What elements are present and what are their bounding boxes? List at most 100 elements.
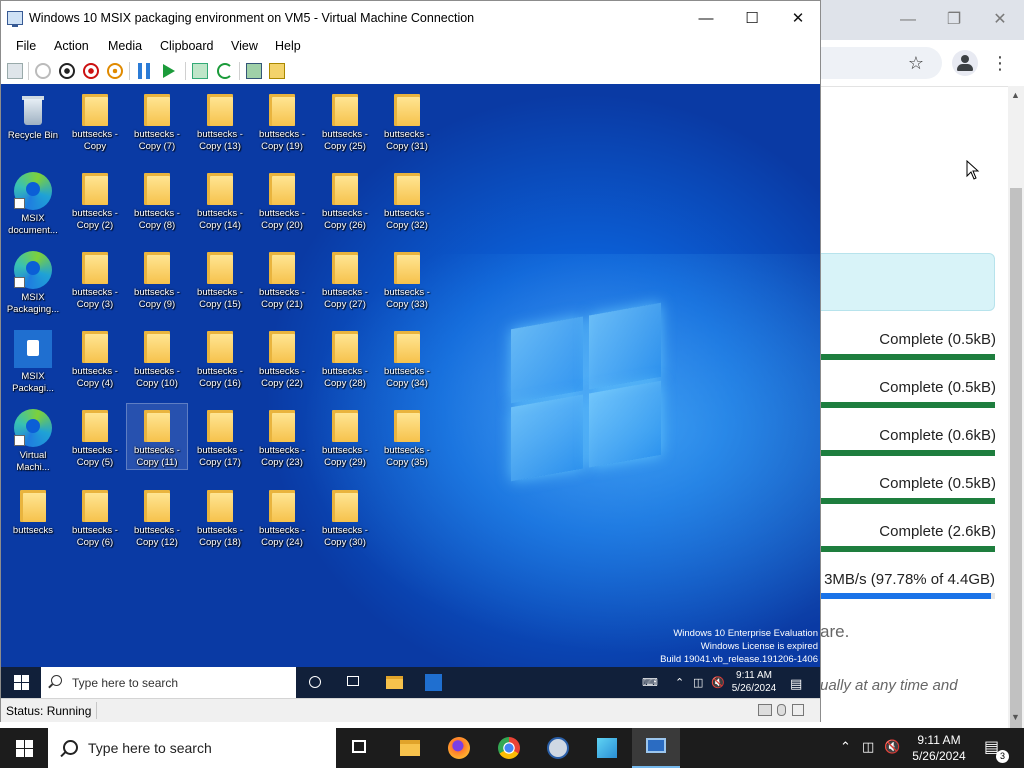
- shut-down-icon[interactable]: [83, 63, 99, 79]
- desktop-folder-icon[interactable]: buttsecks - Copy (13): [190, 88, 250, 153]
- network-icon[interactable]: ◫: [693, 676, 703, 689]
- desktop-folder-icon[interactable]: buttsecks - Copy (28): [315, 325, 375, 390]
- revert-icon[interactable]: [217, 63, 233, 79]
- desktop-folder-icon[interactable]: buttsecks - Copy (12): [127, 484, 187, 549]
- desktop-folder-icon[interactable]: buttsecks - Copy (7): [127, 88, 187, 153]
- desktop-folder-icon[interactable]: buttsecks - Copy (18): [190, 484, 250, 549]
- browser-menu-icon[interactable]: ⋮: [990, 51, 1010, 75]
- desktop-folder-icon[interactable]: buttsecks - Copy (30): [315, 484, 375, 549]
- menu-clipboard[interactable]: Clipboard: [160, 39, 214, 53]
- desktop-icon-msix-document[interactable]: MSIX document...: [3, 167, 63, 237]
- enhanced-session-icon[interactable]: [246, 63, 262, 79]
- menu-view[interactable]: View: [231, 39, 258, 53]
- desktop-folder-icon[interactable]: buttsecks - Copy (6): [65, 484, 125, 549]
- share-icon[interactable]: [269, 63, 285, 79]
- guest-clock[interactable]: 9:11 AM 5/26/2024: [731, 669, 777, 695]
- host-app-button[interactable]: [534, 728, 582, 768]
- network-icon[interactable]: ◫: [862, 739, 874, 755]
- profile-avatar-icon[interactable]: [952, 50, 978, 76]
- scroll-down-icon[interactable]: ▼: [1011, 712, 1020, 722]
- desktop-folder-icon[interactable]: buttsecks - Copy (23): [252, 404, 312, 469]
- desktop-folder-icon[interactable]: buttsecks - Copy (34): [377, 325, 437, 390]
- vm-minimize-button[interactable]: —: [683, 5, 729, 33]
- desktop-folder-icon[interactable]: buttsecks - Copy (21): [252, 246, 312, 311]
- host-firefox-button[interactable]: [435, 728, 483, 768]
- desktop-folder-icon[interactable]: buttsecks - Copy (31): [377, 88, 437, 153]
- host-store-button[interactable]: [583, 728, 631, 768]
- vm-maximize-button[interactable]: ☐: [729, 5, 775, 33]
- desktop-icon-virtual-machine[interactable]: Virtual Machi...: [3, 404, 63, 474]
- start-icon[interactable]: [35, 63, 51, 79]
- guest-cortana-button[interactable]: [297, 667, 333, 698]
- host-close-button[interactable]: ✕: [980, 6, 1020, 34]
- desktop-folder-icon[interactable]: buttsecks - Copy (2): [65, 167, 125, 232]
- guest-start-button[interactable]: [1, 667, 41, 698]
- desktop-folder-icon[interactable]: buttsecks - Copy (25): [315, 88, 375, 153]
- desktop-folder-icon[interactable]: buttsecks - Copy (20): [252, 167, 312, 232]
- desktop-folder-icon[interactable]: buttsecks - Copy (11): [126, 403, 188, 470]
- desktop-folder-icon[interactable]: buttsecks - Copy (16): [190, 325, 250, 390]
- scroll-up-icon[interactable]: ▲: [1011, 90, 1020, 100]
- guest-msix-tool-button[interactable]: [416, 667, 452, 698]
- host-file-explorer-button[interactable]: [386, 728, 434, 768]
- desktop-folder-icon[interactable]: buttsecks - Copy (27): [315, 246, 375, 311]
- host-task-view-button[interactable]: [336, 728, 384, 768]
- turn-off-icon[interactable]: [59, 63, 75, 79]
- menu-help[interactable]: Help: [275, 39, 301, 53]
- desktop-icon-buttsecks[interactable]: buttsecks: [3, 484, 63, 537]
- mouse-status-icon: [777, 704, 786, 716]
- pause-icon[interactable]: [138, 63, 150, 79]
- desktop-folder-icon[interactable]: buttsecks - Copy (14): [190, 167, 250, 232]
- desktop-folder-icon[interactable]: buttsecks - Copy (35): [377, 404, 437, 469]
- volume-muted-icon[interactable]: 🔇: [884, 739, 900, 755]
- keyboard-icon[interactable]: ⌨: [642, 676, 658, 689]
- guest-desktop[interactable]: Recycle Bin MSIX document... MSIX Packag…: [1, 84, 820, 698]
- desktop-folder-icon[interactable]: buttsecks - Copy (10): [127, 325, 187, 390]
- checkpoint-icon[interactable]: [192, 63, 208, 79]
- menu-file[interactable]: File: [16, 39, 36, 53]
- desktop-folder-icon[interactable]: buttsecks - Copy (15): [190, 246, 250, 311]
- desktop-folder-icon[interactable]: buttsecks - Copy (33): [377, 246, 437, 311]
- folder-icon: [332, 490, 358, 522]
- show-hidden-icons-icon[interactable]: ⌃: [675, 676, 684, 689]
- host-search-box[interactable]: Type here to search: [48, 728, 336, 768]
- host-vm-connection-button[interactable]: [632, 728, 680, 768]
- desktop-folder-icon[interactable]: buttsecks - Copy (5): [65, 404, 125, 469]
- desktop-folder-icon[interactable]: buttsecks - Copy (9): [127, 246, 187, 311]
- ctrl-alt-del-icon[interactable]: [7, 63, 23, 79]
- host-start-button[interactable]: [0, 728, 48, 768]
- bookmark-star-icon[interactable]: ☆: [904, 51, 928, 75]
- vm-close-button[interactable]: ✕: [775, 5, 821, 33]
- host-minimize-button[interactable]: —: [888, 6, 928, 34]
- desktop-folder-icon[interactable]: buttsecks - Copy (26): [315, 167, 375, 232]
- host-maximize-button[interactable]: ❐: [934, 6, 974, 34]
- desktop-folder-icon[interactable]: buttsecks - Copy (4): [65, 325, 125, 390]
- show-hidden-icons-icon[interactable]: ⌃: [840, 739, 851, 755]
- guest-task-view-button[interactable]: [336, 667, 372, 698]
- desktop-folder-icon[interactable]: buttsecks - Copy (19): [252, 88, 312, 153]
- host-scrollbar[interactable]: ▲ ▼: [1008, 86, 1024, 748]
- desktop-folder-icon[interactable]: buttsecks - Copy (32): [377, 167, 437, 232]
- menu-action[interactable]: Action: [54, 39, 89, 53]
- save-state-icon[interactable]: [107, 63, 123, 79]
- desktop-folder-icon[interactable]: buttsecks - Copy: [65, 88, 125, 153]
- volume-muted-icon[interactable]: 🔇: [711, 676, 725, 689]
- desktop-folder-icon[interactable]: buttsecks - Copy (22): [252, 325, 312, 390]
- desktop-icon-msix-packaging-edge[interactable]: MSIX Packaging...: [3, 246, 63, 316]
- notifications-icon[interactable]: ▤: [790, 676, 802, 692]
- desktop-folder-icon[interactable]: buttsecks - Copy (29): [315, 404, 375, 469]
- desktop-icon-msix-packaging-tool[interactable]: MSIX Packagi...: [3, 325, 63, 395]
- guest-file-explorer-button[interactable]: [377, 667, 413, 698]
- menu-media[interactable]: Media: [108, 39, 142, 53]
- desktop-folder-icon[interactable]: buttsecks - Copy (3): [65, 246, 125, 311]
- host-clock[interactable]: 9:11 AM 5/26/2024: [904, 732, 974, 764]
- desktop-folder-icon[interactable]: buttsecks - Copy (8): [127, 167, 187, 232]
- desktop-folder-icon[interactable]: buttsecks - Copy (24): [252, 484, 312, 549]
- desktop-folder-icon[interactable]: buttsecks - Copy (17): [190, 404, 250, 469]
- scrollbar-thumb[interactable]: [1010, 188, 1022, 748]
- guest-search-box[interactable]: Type here to search: [41, 667, 296, 698]
- resume-icon[interactable]: [163, 64, 175, 78]
- host-chrome-button[interactable]: [485, 728, 533, 768]
- desktop-icon-recycle-bin[interactable]: Recycle Bin: [3, 88, 63, 142]
- vm-titlebar[interactable]: Windows 10 MSIX packaging environment on…: [1, 1, 820, 36]
